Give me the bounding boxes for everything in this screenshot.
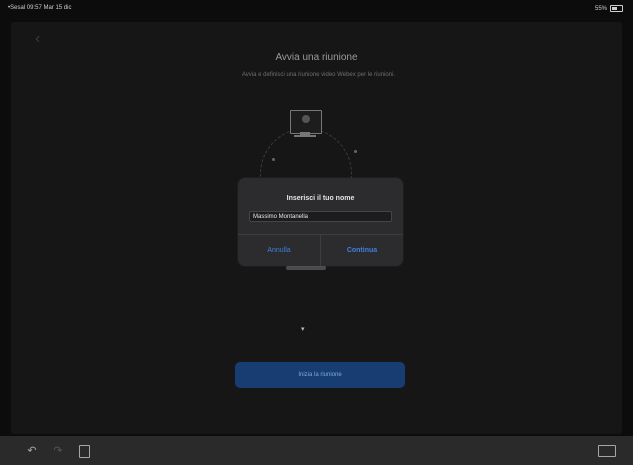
battery-status: 55% — [595, 5, 623, 12]
monitor-base — [294, 135, 316, 137]
name-dialog: Inserisci il tuo nome Massimo Montanella… — [238, 178, 403, 266]
continue-button[interactable]: Continua — [321, 235, 403, 266]
keyboard-icon[interactable] — [598, 445, 616, 457]
battery-icon — [610, 5, 623, 12]
bottom-toolbar: ↶ ↷ — [0, 436, 633, 465]
page-subtitle: Avvia e definisci una riunione video Web… — [241, 72, 396, 78]
device-base-icon — [286, 266, 326, 270]
page-title: Avvia una riunione — [275, 52, 358, 63]
name-input[interactable]: Massimo Montanella — [249, 211, 392, 222]
monitor-icon — [290, 110, 322, 134]
redo-icon[interactable]: ↷ — [52, 445, 64, 457]
dialog-title: Inserisci il tuo nome — [286, 195, 355, 202]
status-time: •Sesal 09:57 Mar 15 dic — [8, 5, 72, 11]
person-icon — [302, 115, 310, 123]
dot — [272, 158, 275, 161]
dot — [354, 150, 357, 153]
clipboard-icon[interactable] — [78, 445, 90, 458]
battery-percent: 55% — [594, 5, 607, 12]
status-bar: •Sesal 09:57 Mar 15 dic 55% — [0, 0, 633, 18]
start-meeting-button[interactable]: Inizia la riunione — [235, 362, 405, 388]
indicator-icon: ▾ — [301, 326, 305, 333]
undo-icon[interactable]: ↶ — [26, 445, 38, 457]
cancel-button[interactable]: Annulla — [238, 235, 320, 266]
back-icon[interactable]: ‹ — [35, 31, 49, 47]
